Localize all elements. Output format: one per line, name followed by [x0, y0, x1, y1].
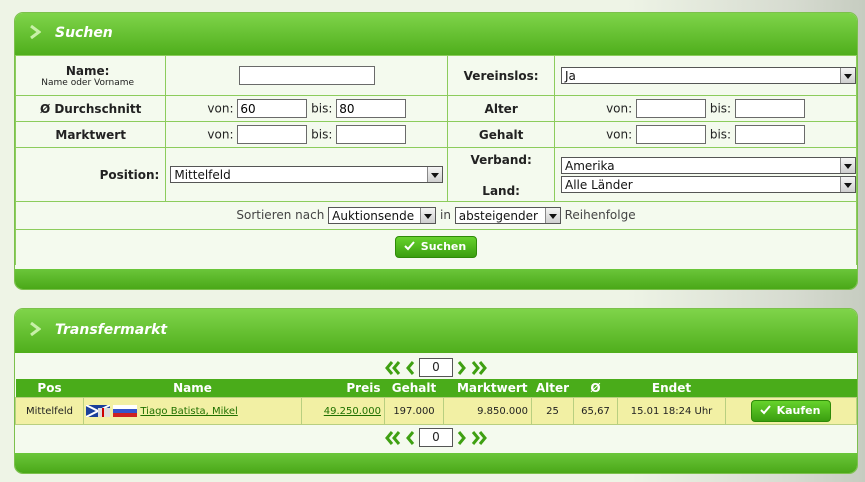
- buy-button[interactable]: Kaufen: [750, 400, 832, 422]
- search-form-table: Name: Name oder Vorname Vereinslos: Ja Ø…: [15, 55, 857, 265]
- col-header-endet: Endet: [617, 379, 726, 398]
- gehalt-label: Gehalt: [447, 121, 555, 148]
- row-gehalt: 197.000: [384, 397, 444, 425]
- sort-row: Sortieren nach Auktionsende in absteigen…: [15, 201, 857, 230]
- sort-order-select[interactable]: absteigender: [454, 207, 561, 224]
- nationality-flag-icon: [85, 404, 111, 418]
- avg-von-label: von:: [207, 101, 234, 116]
- table-row: Mittelfeld Tiago Batista, Mikel 49.250.0…: [15, 397, 857, 425]
- sort-prefix: Sortieren nach: [236, 208, 325, 222]
- transfer-table: Pos Name Preis Gehalt Marktwert Alter Ø …: [15, 379, 857, 425]
- position-select[interactable]: Mittelfeld: [170, 166, 444, 183]
- transfer-panel-title: Transfermarkt: [55, 322, 168, 338]
- prev-page-icon[interactable]: [405, 360, 415, 375]
- vereinslos-select[interactable]: Ja: [561, 67, 856, 84]
- search-button[interactable]: Suchen: [394, 236, 478, 259]
- gehalt-to-input[interactable]: [734, 125, 805, 144]
- search-panel: Suchen Name: Name oder Vorname Vereinslo…: [14, 12, 858, 290]
- chevron-down-icon: [840, 176, 855, 192]
- last-page-icon[interactable]: [471, 360, 487, 375]
- name-hint: Name oder Vorname: [41, 77, 135, 88]
- page-number-input[interactable]: 0: [419, 428, 453, 447]
- gehalt-bis-label: bis:: [709, 127, 732, 142]
- first-page-icon[interactable]: [385, 430, 401, 445]
- chevron-right-icon: [30, 25, 41, 39]
- land-label: Land:: [482, 183, 520, 198]
- alter-from-input[interactable]: [636, 99, 706, 118]
- avg-from-input[interactable]: [237, 99, 308, 118]
- position-label: Position:: [15, 147, 167, 202]
- land-select[interactable]: Alle Länder: [561, 175, 856, 193]
- col-header-name: Name: [83, 379, 302, 398]
- row-alter: 25: [531, 397, 574, 425]
- marktwert-label: Marktwert: [15, 121, 167, 148]
- country-flag-icon: [113, 405, 138, 417]
- avg-to-input[interactable]: [336, 99, 407, 118]
- next-page-icon[interactable]: [457, 360, 467, 375]
- last-page-icon[interactable]: [471, 430, 487, 445]
- alter-label: Alter: [447, 95, 555, 122]
- row-endet: 15.01 18:24 Uhr: [617, 397, 726, 425]
- chevron-down-icon: [840, 157, 855, 173]
- col-header-alter: Alter: [531, 379, 574, 398]
- prev-page-icon[interactable]: [405, 430, 415, 445]
- avg-label: Ø Durchschnitt: [15, 95, 167, 122]
- sort-field-select[interactable]: Auktionsende: [328, 207, 437, 224]
- col-header-pos: Pos: [15, 379, 84, 398]
- chevron-down-icon: [427, 167, 443, 182]
- search-button-label: Suchen: [420, 240, 467, 254]
- pager-top: 0: [15, 355, 857, 379]
- search-panel-header: Suchen: [15, 13, 857, 55]
- check-icon: [404, 241, 415, 251]
- name-label: Name:: [65, 63, 110, 78]
- chevron-right-icon: [30, 322, 41, 336]
- transfer-panel-footer: [15, 453, 857, 473]
- search-panel-footer: [15, 269, 857, 289]
- marktwert-from-input[interactable]: [237, 125, 308, 144]
- gehalt-von-label: von:: [606, 127, 633, 142]
- marktwert-bis-label: bis:: [311, 127, 333, 142]
- sort-in-label: in: [439, 208, 451, 222]
- first-page-icon[interactable]: [385, 360, 401, 375]
- player-name-link[interactable]: Tiago Batista, Mikel: [140, 406, 237, 417]
- check-icon: [759, 405, 771, 415]
- col-header-action: [725, 379, 857, 398]
- chevron-down-icon: [544, 208, 560, 223]
- row-preis[interactable]: 49.250.000: [324, 406, 381, 417]
- name-input[interactable]: [238, 66, 375, 85]
- gehalt-from-input[interactable]: [636, 125, 706, 144]
- row-pos: Mittelfeld: [15, 397, 84, 425]
- row-avg: 65,67: [573, 397, 618, 425]
- page-number-input[interactable]: 0: [419, 358, 453, 377]
- alter-to-input[interactable]: [734, 99, 805, 118]
- col-header-avg: Ø: [573, 379, 618, 398]
- next-page-icon[interactable]: [457, 430, 467, 445]
- verband-label: Verband:: [470, 152, 532, 167]
- marktwert-to-input[interactable]: [336, 125, 407, 144]
- alter-von-label: von:: [606, 101, 633, 116]
- transfer-panel: Transfermarkt 0 Pos Name Preis Gehalt Ma…: [14, 308, 858, 474]
- pager-bottom: 0: [15, 425, 857, 449]
- col-header-preis: Preis: [301, 379, 385, 398]
- search-panel-title: Suchen: [55, 25, 113, 41]
- sort-suffix: Reihenfolge: [564, 208, 636, 222]
- verband-select[interactable]: Amerika: [561, 156, 856, 174]
- transfer-panel-header: Transfermarkt: [15, 309, 857, 353]
- marktwert-von-label: von:: [207, 127, 234, 142]
- alter-bis-label: bis:: [709, 101, 732, 116]
- avg-bis-label: bis:: [311, 101, 333, 116]
- col-header-gehalt: Gehalt: [384, 379, 444, 398]
- chevron-down-icon: [420, 208, 436, 223]
- chevron-down-icon: [840, 68, 855, 83]
- row-marktwert: 9.850.000: [443, 397, 532, 425]
- buy-button-label: Kaufen: [776, 404, 821, 417]
- col-header-marktwert: Marktwert: [443, 379, 532, 398]
- vereinslos-label: Vereinslos:: [447, 55, 555, 96]
